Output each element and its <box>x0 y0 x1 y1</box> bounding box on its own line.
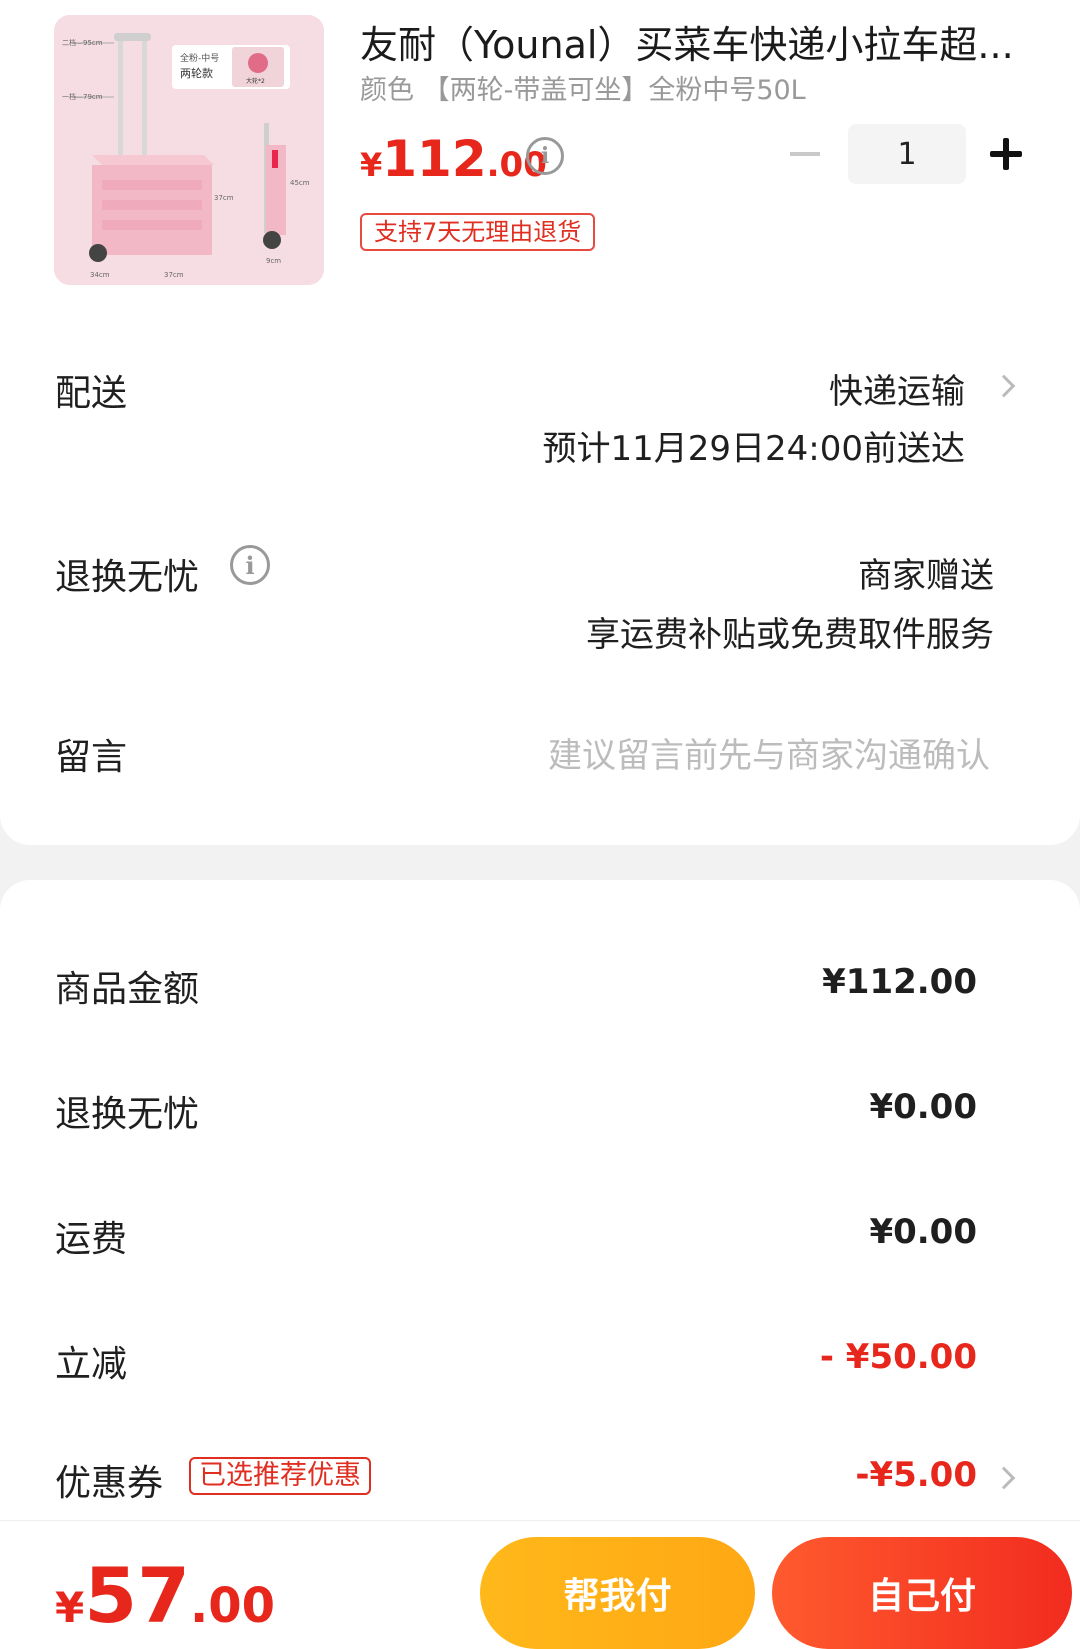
delivery-label: 配送 <box>55 373 128 414</box>
coupon-label[interactable]: 优惠券 <box>55 1454 163 1506</box>
dim-label-top2: 一档—79cm <box>62 92 103 101</box>
order-item-card: 二档—95cm 一档—79cm 37cm 34cm 37cm 全粉-中号 两轮款… <box>0 0 1080 845</box>
badge-line2: 两轮款 <box>180 66 213 80</box>
delivery-method[interactable]: 快递运输 <box>829 364 965 413</box>
goods-amount-value: ¥112.00 <box>822 962 977 1002</box>
goods-amount-label: 商品金额 <box>55 969 200 1010</box>
product-title[interactable]: 友耐（Younal）买菜车快递小拉车超... <box>360 20 1020 70</box>
worry-fee-label: 退换无忧 <box>55 1094 200 1135</box>
help-pay-button[interactable]: 帮我付 <box>480 1537 755 1649</box>
shipping-label: 运费 <box>55 1219 128 1260</box>
badge-line1: 全粉-中号 <box>180 52 219 64</box>
delivery-estimate: 预计11月29日24:00前送达 <box>542 429 965 469</box>
total-price: ¥ 57 .00 <box>55 1551 275 1640</box>
coupon-selected-tag[interactable]: 已选推荐优惠 <box>189 1457 371 1495</box>
dim-label-w: 34cm <box>90 271 110 279</box>
product-price: ¥ 112 .00 <box>360 130 547 188</box>
shipping-value: ¥0.00 <box>869 1212 977 1252</box>
dim-label-l: 37cm <box>164 271 184 279</box>
checkout-bar: ¥ 57 .00 帮我付 自己付 <box>0 1520 1080 1649</box>
self-pay-button[interactable]: 自己付 <box>772 1537 1072 1649</box>
dim-label-h: 37cm <box>214 194 234 202</box>
message-label: 留言 <box>55 737 128 778</box>
worry-free-value: 商家赠送 <box>858 556 994 596</box>
worry-free-info-icon[interactable]: i <box>230 545 270 585</box>
product-image[interactable]: 二档—95cm 一档—79cm 37cm 34cm 37cm 全粉-中号 两轮款… <box>54 15 324 285</box>
wheel-label: 大轮*2 <box>246 77 265 85</box>
quantity-plus-button[interactable] <box>990 138 1022 170</box>
discount-label: 立减 <box>55 1344 128 1385</box>
dim-label-side: 45cm <box>290 179 310 187</box>
worry-fee-value: ¥0.00 <box>869 1087 977 1127</box>
delivery-chevron-icon[interactable] <box>992 374 1016 398</box>
worry-free-label: 退换无忧 <box>55 557 200 598</box>
quantity-minus-button[interactable] <box>790 152 820 156</box>
product-spec[interactable]: 颜色 【两轮-带盖可坐】全粉中号50L <box>360 72 806 110</box>
dim-label-top1: 二档—95cm <box>62 38 103 47</box>
total-currency: ¥ <box>55 1583 85 1632</box>
price-integer: 112 <box>382 130 487 188</box>
total-integer: 57 <box>84 1551 190 1640</box>
return-policy-tag: 支持7天无理由退货 <box>360 213 596 251</box>
message-input[interactable]: 建议留言前先与商家沟通确认 <box>548 728 990 777</box>
total-decimal: .00 <box>190 1578 276 1634</box>
worry-free-desc: 享运费补贴或免费取件服务 <box>586 615 994 655</box>
dim-label-s: 9cm <box>266 257 281 265</box>
coupon-value[interactable]: -¥5.00 <box>855 1455 977 1495</box>
price-currency: ¥ <box>360 146 383 184</box>
quantity-input[interactable]: 1 <box>848 124 966 184</box>
discount-value: - ¥50.00 <box>819 1337 977 1377</box>
price-info-icon[interactable]: i <box>526 137 564 175</box>
